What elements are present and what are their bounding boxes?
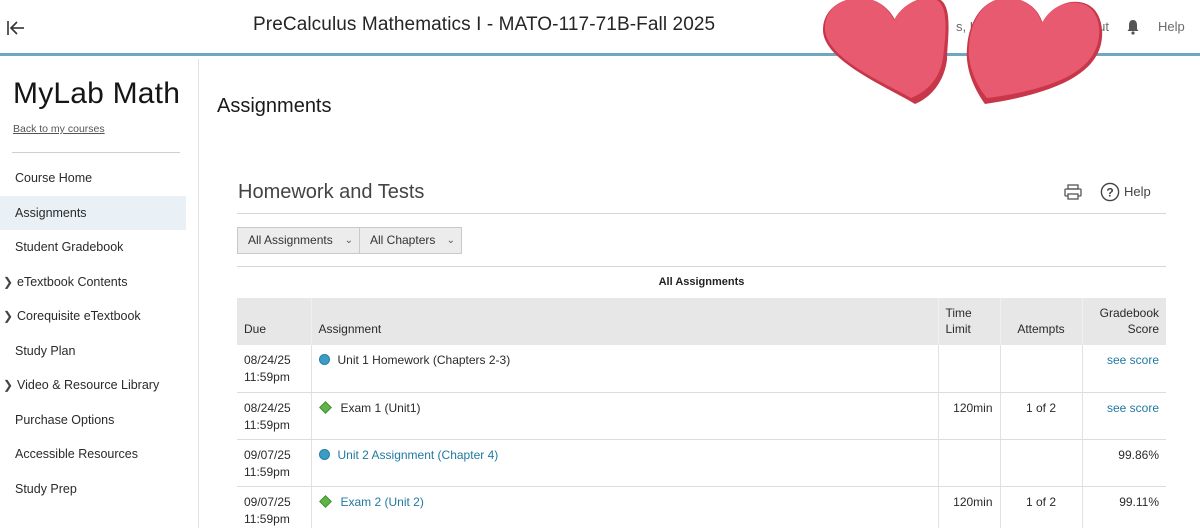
user-name[interactable]: s, K	[956, 19, 978, 34]
time-limit-cell: 120min	[938, 486, 1001, 528]
test-diamond-icon	[318, 494, 332, 508]
table-header-row: Due Assignment Time Limit Attempts Gradeb…	[237, 298, 1166, 345]
svg-text:?: ?	[1106, 186, 1113, 200]
bell-icon[interactable]	[1126, 19, 1140, 35]
sidebar-item-label: Purchase Options	[15, 412, 115, 427]
due-cell: 09/07/25 11:59pm	[237, 439, 312, 487]
see-score-link[interactable]: see score	[1107, 401, 1159, 415]
sidebar-item-label: Course Home	[15, 171, 93, 185]
chevron-down-icon: ⌄	[344, 235, 353, 246]
test-diamond-icon	[318, 400, 332, 414]
sidebar-item-study-plan[interactable]: Study Plan	[0, 334, 199, 369]
help-link[interactable]: Help	[1158, 19, 1185, 34]
see-score-link[interactable]: see score	[1107, 353, 1159, 367]
chevron-down-icon: ⌄	[446, 235, 455, 246]
sidebar-nav: Course Home Assignments Student Gradeboo…	[0, 161, 199, 506]
time-limit-cell	[938, 439, 1001, 487]
score-cell: 99.86%	[1082, 439, 1166, 487]
table-row: 08/24/25 11:59pm Unit 1 Homework (Chapter…	[237, 345, 1166, 393]
sidebar-item-label: eTextbook Contents	[17, 274, 128, 289]
column-header-gradebook-score[interactable]: Gradebook Score	[1082, 298, 1166, 345]
score-cell: see score	[1082, 345, 1166, 393]
chevron-right-icon[interactable]: ❯	[3, 299, 13, 334]
score-cell: see score	[1082, 392, 1166, 440]
column-header-assignment[interactable]: Assignment	[311, 298, 939, 345]
table-caption: All Assignments	[658, 276, 745, 288]
assignment-link[interactable]: Unit 2 Assignment (Chapter 4)	[338, 448, 499, 462]
chevron-right-icon[interactable]: ❯	[3, 265, 13, 300]
sidebar-item-label: Accessible Resources	[15, 447, 138, 461]
sidebar-item-label: Corequisite eTextbook	[17, 309, 141, 323]
assignment-cell[interactable]: Unit 1 Homework (Chapters 2-3)	[311, 345, 939, 393]
top-header: PreCalculus Mathematics I - MATO-117-71B…	[0, 0, 1200, 56]
sidebar-item-label: Video & Resource Library	[17, 378, 160, 392]
sidebar-item-study-prep[interactable]: Study Prep	[0, 472, 199, 507]
due-cell: 08/24/25 11:59pm	[237, 392, 312, 440]
sidebar-item-course-home[interactable]: Course Home	[0, 161, 199, 196]
help-circle-icon[interactable]: ?	[1100, 182, 1120, 202]
due-cell: 09/07/25 11:59pm	[237, 486, 312, 528]
sign-out-link[interactable]: Out	[1088, 19, 1109, 34]
sidebar-item-student-gradebook[interactable]: Student Gradebook	[0, 230, 199, 265]
sidebar-divider	[12, 152, 180, 153]
homework-dot-icon	[318, 354, 330, 365]
course-title: PreCalculus Mathematics I - MATO-117-71B…	[253, 14, 716, 35]
table-row: 09/07/25 11:59pm Exam 2 (Unit 2) 120min 1…	[237, 486, 1166, 528]
attempts-cell: 1 of 2	[1000, 392, 1083, 440]
chevron-right-icon[interactable]: ❯	[3, 368, 13, 403]
homework-dot-icon	[318, 448, 330, 460]
time-limit-cell: 120min	[938, 392, 1001, 440]
assignments-table: Due Assignment Time Limit Attempts Gradeb…	[237, 298, 1166, 528]
column-header-time-limit[interactable]: Time Limit	[938, 298, 1001, 345]
table-row: 08/24/25 11:59pm Exam 1 (Unit1) 120min 1 …	[237, 392, 1166, 440]
sidebar-item-etextbook-contents[interactable]: ❯ eTextbook Contents	[0, 265, 199, 300]
sidebar-item-label: Study Prep	[15, 481, 77, 496]
table-divider	[237, 266, 1166, 267]
back-to-courses-link[interactable]: Back to my courses	[13, 123, 105, 135]
assignments-filter-select[interactable]: All Assignments ⌄	[237, 227, 360, 254]
collapse-sidebar-icon[interactable]	[6, 17, 26, 39]
score-cell: 99.11%	[1082, 486, 1166, 528]
section-title: Homework and Tests	[238, 181, 425, 203]
assignment-name[interactable]: Exam 1 (Unit1)	[341, 401, 421, 415]
sidebar: MyLab Math Back to my courses Course Hom…	[0, 59, 199, 528]
attempts-cell	[1000, 439, 1083, 487]
sidebar-item-label: Study Plan	[15, 343, 76, 358]
assignment-cell[interactable]: Exam 1 (Unit1)	[311, 392, 939, 440]
attempts-cell	[1000, 345, 1083, 393]
sidebar-item-video-resource-library[interactable]: ❯ Video & Resource Library	[0, 368, 199, 403]
sidebar-item-accessible-resources[interactable]: Accessible Resources	[0, 437, 199, 472]
sidebar-item-label: Assignments	[15, 205, 87, 220]
attempts-cell: 1 of 2	[1000, 486, 1083, 528]
assignment-cell[interactable]: Unit 2 Assignment (Chapter 4)	[311, 439, 939, 487]
help-link[interactable]: Help	[1124, 184, 1151, 199]
brand-logo-text: MyLab Math	[13, 77, 181, 110]
section-divider	[237, 213, 1166, 214]
table-row: 09/07/25 11:59pm Unit 2 Assignment (Chapt…	[237, 439, 1166, 487]
chapters-filter-select[interactable]: All Chapters ⌄	[359, 227, 462, 254]
column-header-due[interactable]: Due	[237, 298, 312, 345]
assignments-filter-value: All Assignments	[248, 233, 333, 247]
chapters-filter-value: All Chapters	[370, 233, 436, 247]
assignment-link[interactable]: Exam 2 (Unit 2)	[341, 495, 424, 509]
sidebar-item-corequisite-etextbook[interactable]: ❯ Corequisite eTextbook	[0, 299, 199, 334]
page-title: Assignments	[217, 95, 332, 117]
sidebar-item-purchase-options[interactable]: Purchase Options	[0, 403, 199, 438]
assignment-name[interactable]: Unit 1 Homework (Chapters 2-3)	[338, 353, 511, 367]
column-header-attempts[interactable]: Attempts	[1000, 298, 1083, 345]
due-cell: 08/24/25 11:59pm	[237, 345, 312, 393]
print-icon[interactable]	[1064, 184, 1082, 200]
sidebar-item-assignments[interactable]: Assignments	[0, 195, 186, 230]
sidebar-item-label: Student Gradebook	[15, 240, 124, 254]
assignment-cell[interactable]: Exam 2 (Unit 2)	[311, 486, 939, 528]
time-limit-cell	[938, 345, 1001, 393]
